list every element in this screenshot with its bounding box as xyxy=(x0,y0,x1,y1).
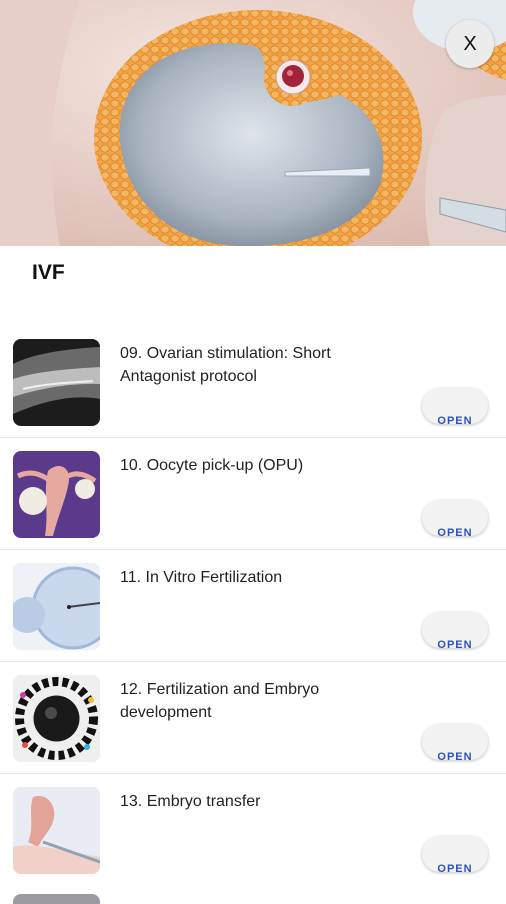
item-title: 12. Fertilization and Embryo development xyxy=(120,681,320,721)
title-bar: IVF xyxy=(0,246,506,336)
list-item-partial xyxy=(0,881,506,904)
open-button-label: OPEN xyxy=(437,863,473,873)
page-title: IVF xyxy=(32,261,65,284)
open-button-label: OPEN xyxy=(437,639,473,649)
list-item[interactable]: 10. Oocyte pick-up (OPU) OPEN xyxy=(0,438,506,550)
list-item[interactable]: 09. Ovarian stimulation: Short Antagonis… xyxy=(0,326,506,438)
open-button-label: OPEN xyxy=(437,415,473,425)
open-button[interactable]: OPEN xyxy=(422,500,488,536)
thumbnail-edge xyxy=(13,894,100,904)
list-item[interactable]: 11. In Vitro Fertilization OPEN xyxy=(0,550,506,662)
uterus-transfer-thumbnail-icon xyxy=(13,787,100,874)
list-item[interactable]: 13. Embryo transfer OPEN xyxy=(0,774,506,886)
follicle-illustration xyxy=(0,0,506,246)
open-button-label: OPEN xyxy=(437,527,473,537)
open-button[interactable]: OPEN xyxy=(422,724,488,760)
egg-injection-thumbnail-icon xyxy=(13,563,100,650)
open-button[interactable]: OPEN xyxy=(422,612,488,648)
item-title: 09. Ovarian stimulation: Short Antagonis… xyxy=(120,345,331,385)
item-title: 13. Embryo transfer xyxy=(120,793,261,810)
embryo-stages-thumbnail-icon xyxy=(13,675,100,762)
ultrasound-thumbnail-icon xyxy=(13,339,100,426)
open-button-label: OPEN xyxy=(437,751,473,761)
video-list: 09. Ovarian stimulation: Short Antagonis… xyxy=(0,326,506,886)
list-item[interactable]: 12. Fertilization and Embryo development… xyxy=(0,662,506,774)
close-button[interactable]: X xyxy=(446,20,494,68)
ovary-anatomy-thumbnail-icon xyxy=(13,451,100,538)
item-title: 10. Oocyte pick-up (OPU) xyxy=(120,457,304,474)
hero-illustration: X xyxy=(0,0,506,246)
item-title: 11. In Vitro Fertilization xyxy=(120,569,283,586)
open-button[interactable]: OPEN xyxy=(422,388,488,424)
open-button[interactable]: OPEN xyxy=(422,836,488,872)
